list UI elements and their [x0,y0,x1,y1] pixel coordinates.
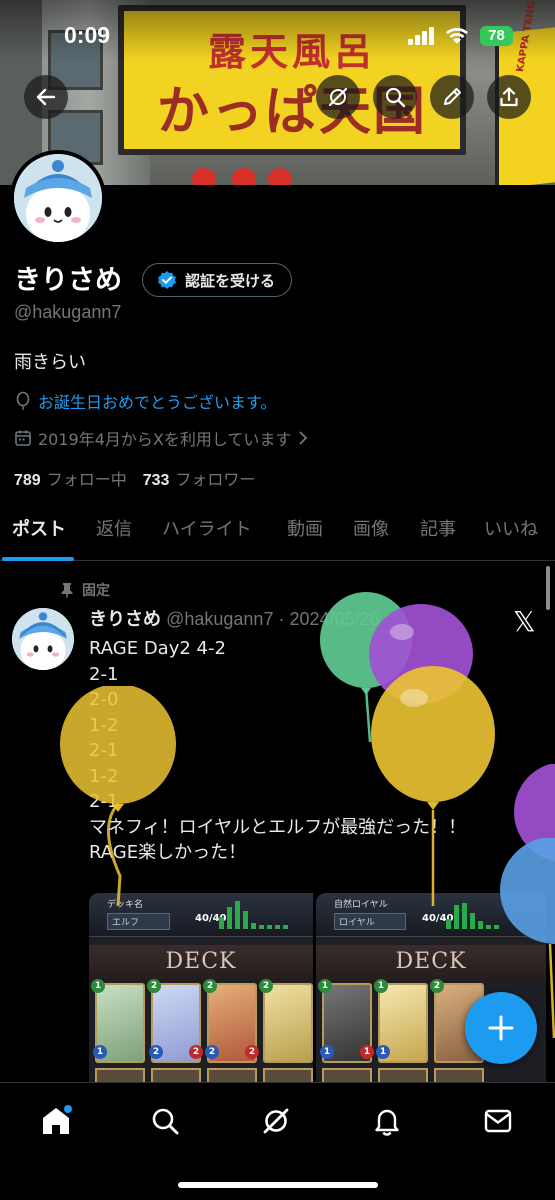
share-button[interactable] [487,75,531,119]
nav-grok[interactable] [256,1101,296,1141]
search-icon [152,1108,179,1135]
tab-images[interactable]: 画像 [353,505,389,561]
grok-button[interactable] [316,75,360,119]
tab-likes[interactable]: いいね [484,505,538,561]
nav-search[interactable] [145,1101,185,1141]
plus-icon [488,1015,514,1041]
profile-name: きりさめ [14,265,122,296]
pinned-indicator: 固定 [60,580,110,600]
joined-row[interactable]: 2019年4月からXを利用しています [14,426,309,450]
following-label[interactable]: フォロー中 [47,466,127,490]
tab-highlights[interactable]: ハイライト [162,505,252,561]
get-verified-label: 認証を受ける [185,271,276,290]
post-image-deck-1[interactable]: デッキ名 エルフ 40/40 DECK 11 222 222 2 [89,893,313,1083]
profile-bio: 雨きらい [14,352,86,373]
nav-messages[interactable] [478,1101,518,1141]
balloon-icon [16,391,30,410]
profile-handle: @hakugann7 [14,302,122,322]
get-verified-button[interactable]: 認証を受ける [142,263,293,297]
home-icon [43,1105,72,1134]
status-bar: 0:09 78 [0,0,555,70]
calendar-icon [15,430,31,446]
balloon-decoration [60,686,176,906]
balloon-decoration [371,666,495,906]
messages-icon [484,1109,512,1133]
following-count[interactable]: 789 [14,472,41,490]
post-author-name[interactable]: きりさめ [89,609,161,630]
profile-tabs: ポスト 返信 ハイライト 動画 画像 記事 いいね [0,505,555,561]
notifications-icon [375,1109,399,1136]
tab-articles[interactable]: 記事 [420,505,456,561]
home-indicator [178,1182,378,1188]
wifi-icon [446,27,468,44]
follow-stats: 789 フォロー中 733 フォロワー [14,466,271,490]
battery-indicator: 78 [480,26,513,46]
search-button[interactable] [373,75,417,119]
back-button[interactable] [24,75,68,119]
avatar-character-image [14,154,102,242]
nav-notifications[interactable] [367,1101,407,1141]
chevron-right-icon [299,431,308,445]
edit-icon [444,88,461,105]
x-logo-icon: 𝕏 [513,605,536,638]
grok-icon [328,87,348,107]
status-time: 0:09 [64,22,111,48]
nav-home[interactable] [36,1101,76,1141]
avatar-character-image [12,608,74,670]
share-icon [500,87,518,107]
pin-icon [61,583,73,598]
lantern [268,168,292,185]
post-author-avatar[interactable] [12,608,74,670]
followers-count[interactable]: 733 [143,472,170,490]
lantern [232,168,256,185]
profile-avatar[interactable] [10,150,106,246]
back-icon [36,88,56,106]
edit-button[interactable] [430,75,474,119]
followers-label[interactable]: フォロワー [175,466,255,490]
tab-videos[interactable]: 動画 [287,505,323,561]
grok-icon [263,1108,289,1134]
pinned-label: 固定 [82,583,110,599]
verified-badge-icon [158,271,176,289]
birthday-row: お誕生日おめでとうございます。 [14,389,276,413]
search-icon [385,87,406,108]
lantern [192,168,216,185]
birthday-text: お誕生日おめでとうございます。 [38,393,277,412]
scrollbar[interactable] [546,566,550,610]
signal-icon [408,27,436,45]
tab-posts[interactable]: ポスト [2,505,74,561]
tab-replies[interactable]: 返信 [96,505,132,561]
compose-button[interactable] [465,992,537,1064]
joined-text: 2019年4月からXを利用しています [38,430,292,449]
